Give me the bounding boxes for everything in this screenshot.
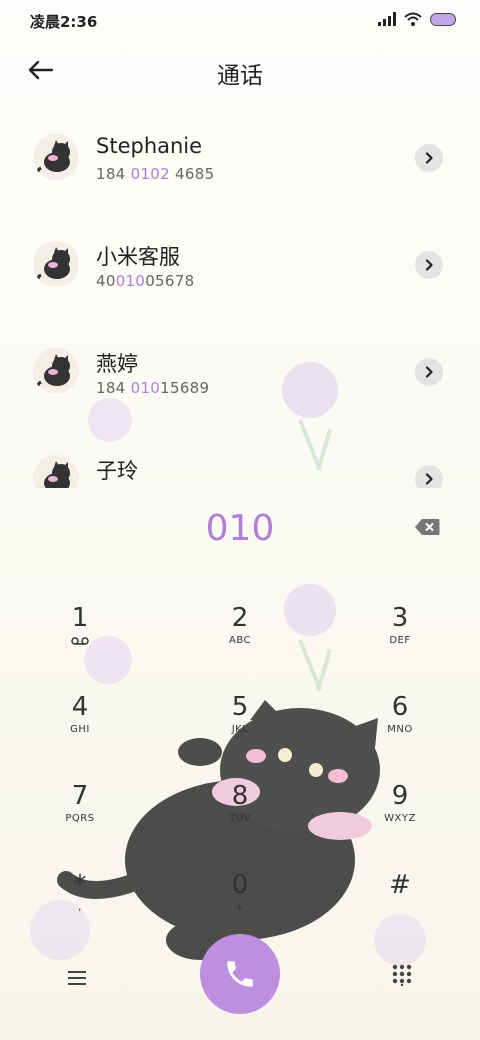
key-digit: 7 [71,781,89,811]
contact-row[interactable]: 子玲 [0,429,480,488]
dial-key-4[interactable]: 4 GHI [20,692,140,762]
contact-list[interactable]: Stephanie 184 0102 4685 小米客服 4001005678 [0,108,480,488]
key-digit: 2 [231,603,249,633]
key-letters: + [235,902,245,913]
status-icons [378,12,456,26]
chevron-right-icon [425,473,433,485]
key-letters: TUV [229,813,251,824]
contact-name: 燕婷 [96,352,138,376]
voicemail-icon [71,637,89,645]
call-button[interactable] [200,934,280,1014]
number-suffix: 15689 [160,379,210,397]
contact-avatar [33,455,79,488]
chevron-right-icon [425,259,433,271]
contact-name: 小米客服 [96,245,180,269]
key-digit: 8 [231,781,249,811]
dial-key-6[interactable]: 6 MNO [340,692,460,762]
dialer-bottom-bar [0,934,480,1024]
number-prefix: 184 [96,379,131,397]
number-match: 0102 [130,165,170,183]
chevron-right-icon [425,366,433,378]
contact-number: 4001005678 [96,272,194,290]
contact-row[interactable]: 燕婷 184 01015689 [0,322,480,422]
number-match: 010 [130,379,161,397]
status-time: 凌晨2:36 [30,13,98,31]
page-title: 通话 [217,63,263,89]
key-letters: GHI [70,724,90,735]
contact-detail-button[interactable] [415,251,443,279]
key-letters: ABC [228,635,251,646]
contact-detail-button[interactable] [415,144,443,172]
contact-row[interactable]: Stephanie 184 0102 4685 [0,108,480,208]
contact-detail-button[interactable] [415,465,443,488]
key-letters: , [78,902,82,913]
contact-number: 184 0102 4685 [96,165,214,183]
contact-name: Stephanie [96,134,203,158]
wifi-icon [404,12,422,26]
backspace-icon[interactable] [414,518,440,536]
dialpad-icon[interactable] [392,964,412,986]
contact-name: 子玲 [96,459,138,483]
phone-icon [227,961,253,987]
dial-key-8[interactable]: 8 TUV [180,781,300,851]
chevron-right-icon [425,152,433,164]
contact-detail-button[interactable] [415,358,443,386]
dialer: 010 1 2 ABC 3 DEF 4 GHI 5 JKL 6 MNO 7 PQRS 8 TUV 9 WXYZ… [0,488,480,1040]
key-letters: DEF [389,635,411,646]
signal-icon [378,12,396,26]
key-digit: 9 [391,781,409,811]
key-digit: 5 [231,692,249,722]
contact-row[interactable]: 小米客服 4001005678 [0,215,480,315]
dial-key-9[interactable]: 9 WXYZ [340,781,460,851]
number-suffix: 4685 [169,165,215,183]
menu-icon[interactable] [66,968,90,988]
dial-key-0[interactable]: 0 + [180,870,300,940]
battery-icon [430,12,456,26]
cat-avatar-icon [36,140,70,174]
contact-number: 184 01015689 [96,379,209,397]
header: 通话 [0,46,480,94]
number-match: 010 [115,272,146,290]
key-letters: PQRS [65,813,95,824]
key-digit: * [73,870,87,900]
dial-key-7[interactable]: 7 PQRS [20,781,140,851]
key-letters: JKL [231,724,249,735]
dial-key-star[interactable]: *, [20,870,140,940]
number-prefix: 40 [96,272,116,290]
key-digit: 1 [71,603,89,633]
dial-key-hash[interactable]: # [340,870,460,940]
key-digit: 4 [71,692,89,722]
key-letters: MNO [387,724,413,735]
cat-avatar-icon [36,247,70,281]
status-bar: 凌晨2:36 [0,0,480,40]
dial-key-5[interactable]: 5 JKL [180,692,300,762]
dialed-number[interactable]: 010 [0,508,480,549]
cat-avatar-icon [36,354,70,388]
key-digit: # [389,870,411,900]
dial-key-2[interactable]: 2 ABC [180,603,300,673]
key-digit: 0 [231,870,249,900]
contact-avatar [33,241,79,287]
cat-avatar-icon [39,461,70,488]
key-digit: 6 [391,692,409,722]
contact-avatar [33,348,79,394]
dial-key-1[interactable]: 1 [20,603,140,673]
number-prefix: 184 [96,165,131,183]
key-digit: 3 [391,603,409,633]
key-letters: WXYZ [384,813,416,824]
contact-avatar [33,134,79,180]
number-suffix: 05678 [145,272,195,290]
dial-key-3[interactable]: 3 DEF [340,603,460,673]
